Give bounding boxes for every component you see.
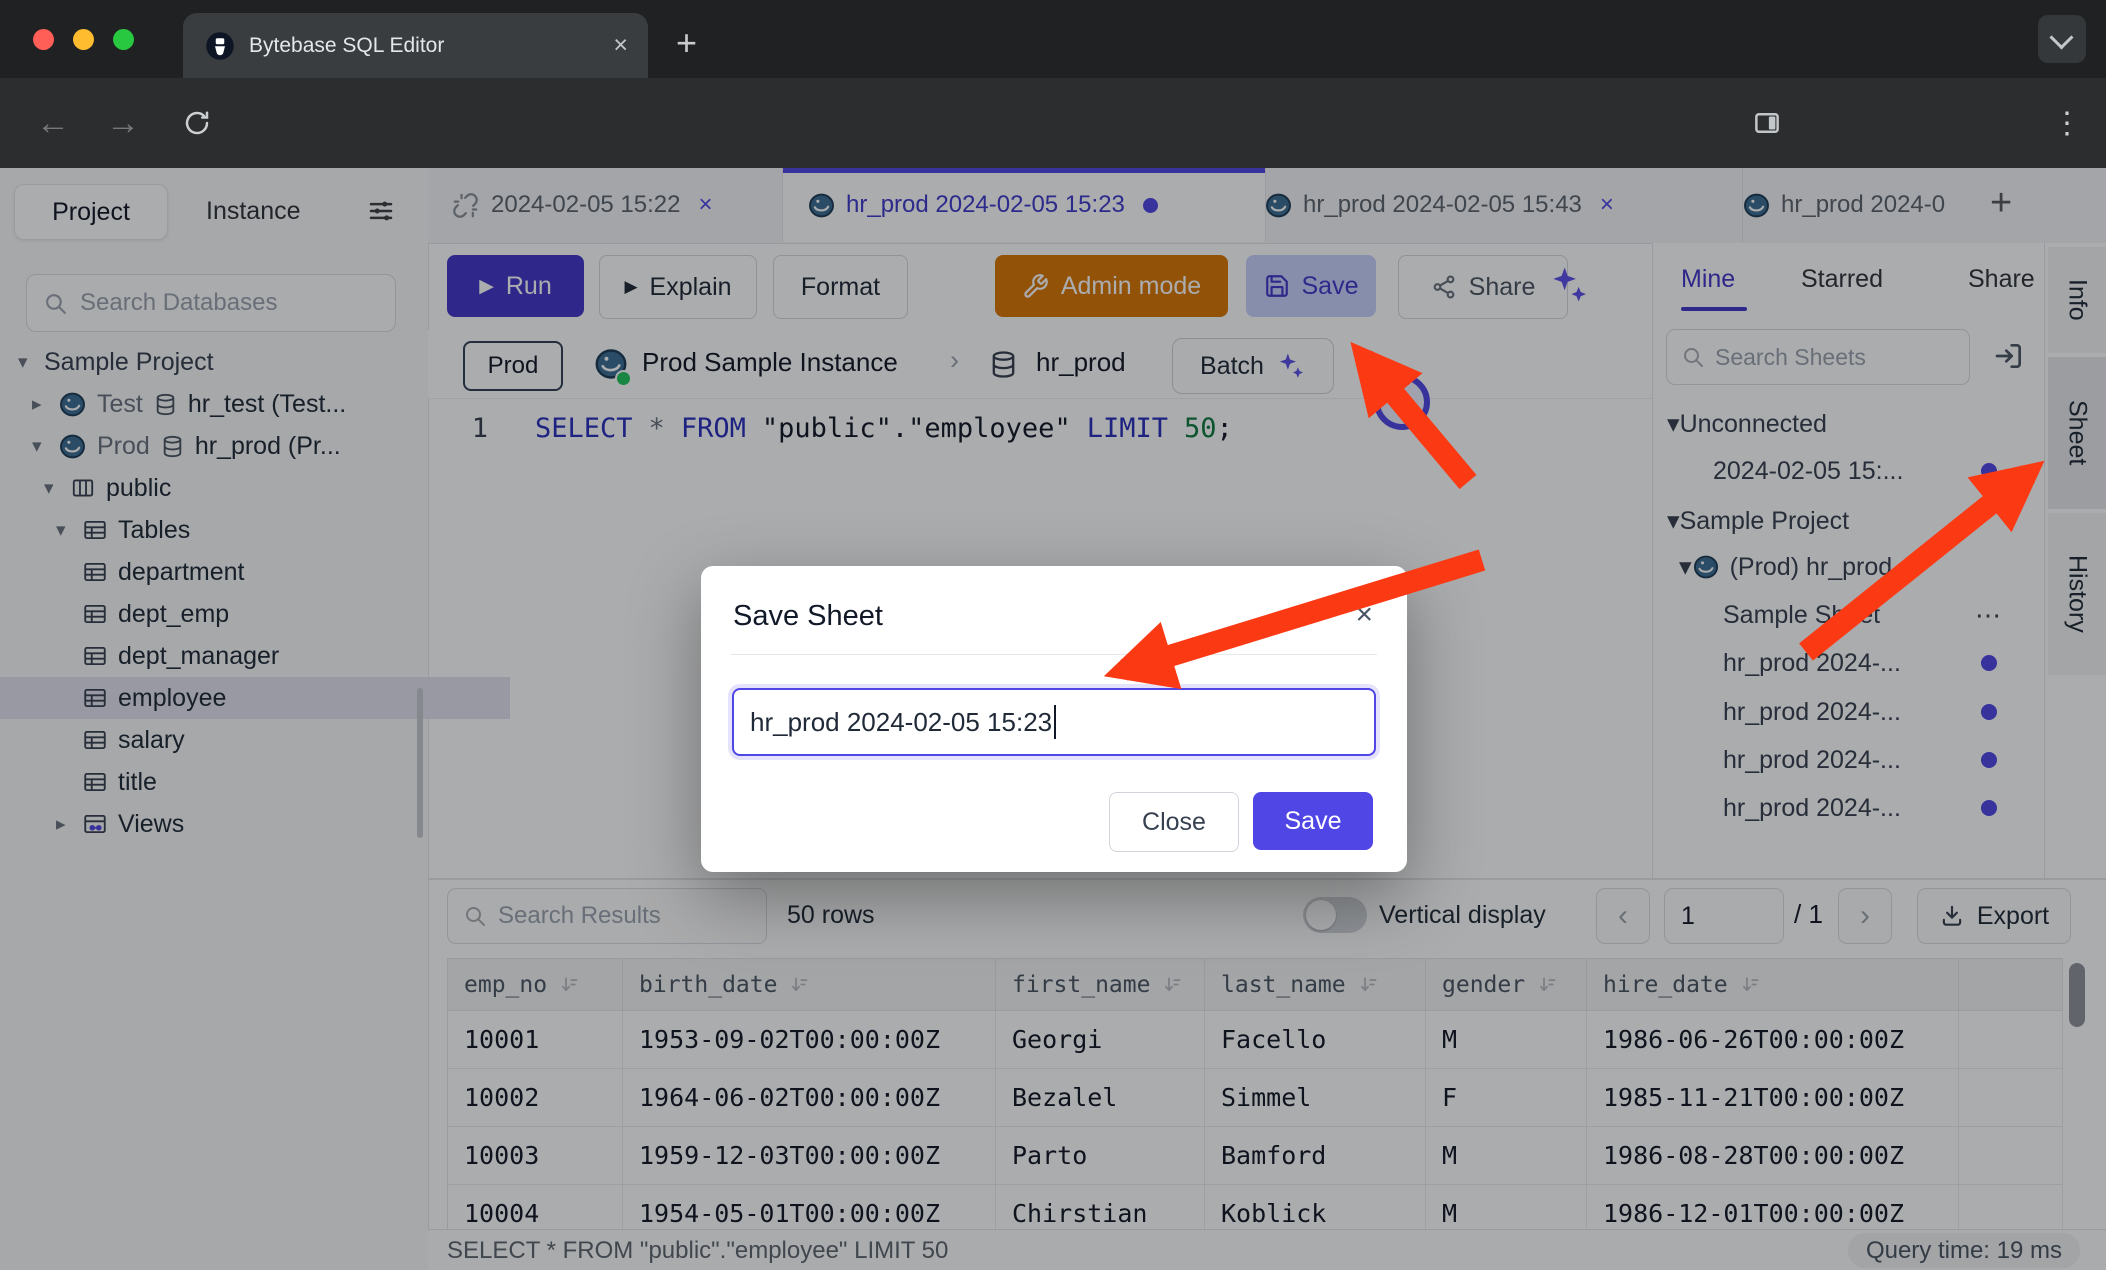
text-caret xyxy=(1054,705,1056,739)
dialog-title: Save Sheet xyxy=(733,600,883,633)
tab-search-button[interactable] xyxy=(2038,15,2086,63)
browser-tab-title: Bytebase SQL Editor xyxy=(249,34,444,58)
sheet-name-value: hr_prod 2024-02-05 15:23 xyxy=(750,707,1052,738)
back-button[interactable]: ← xyxy=(28,78,78,168)
close-button[interactable]: Close xyxy=(1109,792,1239,852)
new-tab-button[interactable]: + xyxy=(676,22,697,64)
close-icon[interactable]: × xyxy=(1355,598,1373,632)
refresh-button[interactable] xyxy=(172,78,222,168)
browser-tab-close-icon[interactable]: × xyxy=(613,31,628,60)
window-close-button[interactable] xyxy=(33,29,54,50)
browser-menu-button[interactable]: ⋮ xyxy=(2042,78,2092,168)
window-minimize-button[interactable] xyxy=(73,29,94,50)
side-panel-button[interactable] xyxy=(1742,78,1792,168)
browser-tab-strip: Bytebase SQL Editor × + xyxy=(0,0,2106,78)
bytebase-favicon xyxy=(205,31,235,61)
save-button-dialog[interactable]: Save xyxy=(1253,792,1373,850)
dialog-divider xyxy=(731,654,1377,655)
sheet-name-input[interactable]: hr_prod 2024-02-05 15:23 xyxy=(732,688,1376,756)
save-sheet-dialog: Save Sheet × hr_prod 2024-02-05 15:23 Cl… xyxy=(701,566,1407,872)
window-zoom-button[interactable] xyxy=(113,29,134,50)
forward-button[interactable]: → xyxy=(98,78,148,168)
browser-navbar: ← → localhost:8080/sql-editor/prod-sampl… xyxy=(0,78,2106,168)
browser-tab[interactable]: Bytebase SQL Editor × xyxy=(183,13,648,78)
chevron-down-icon xyxy=(2049,25,2073,49)
screen: Bytebase SQL Editor × + ← → localhost:80… xyxy=(0,0,2106,1270)
